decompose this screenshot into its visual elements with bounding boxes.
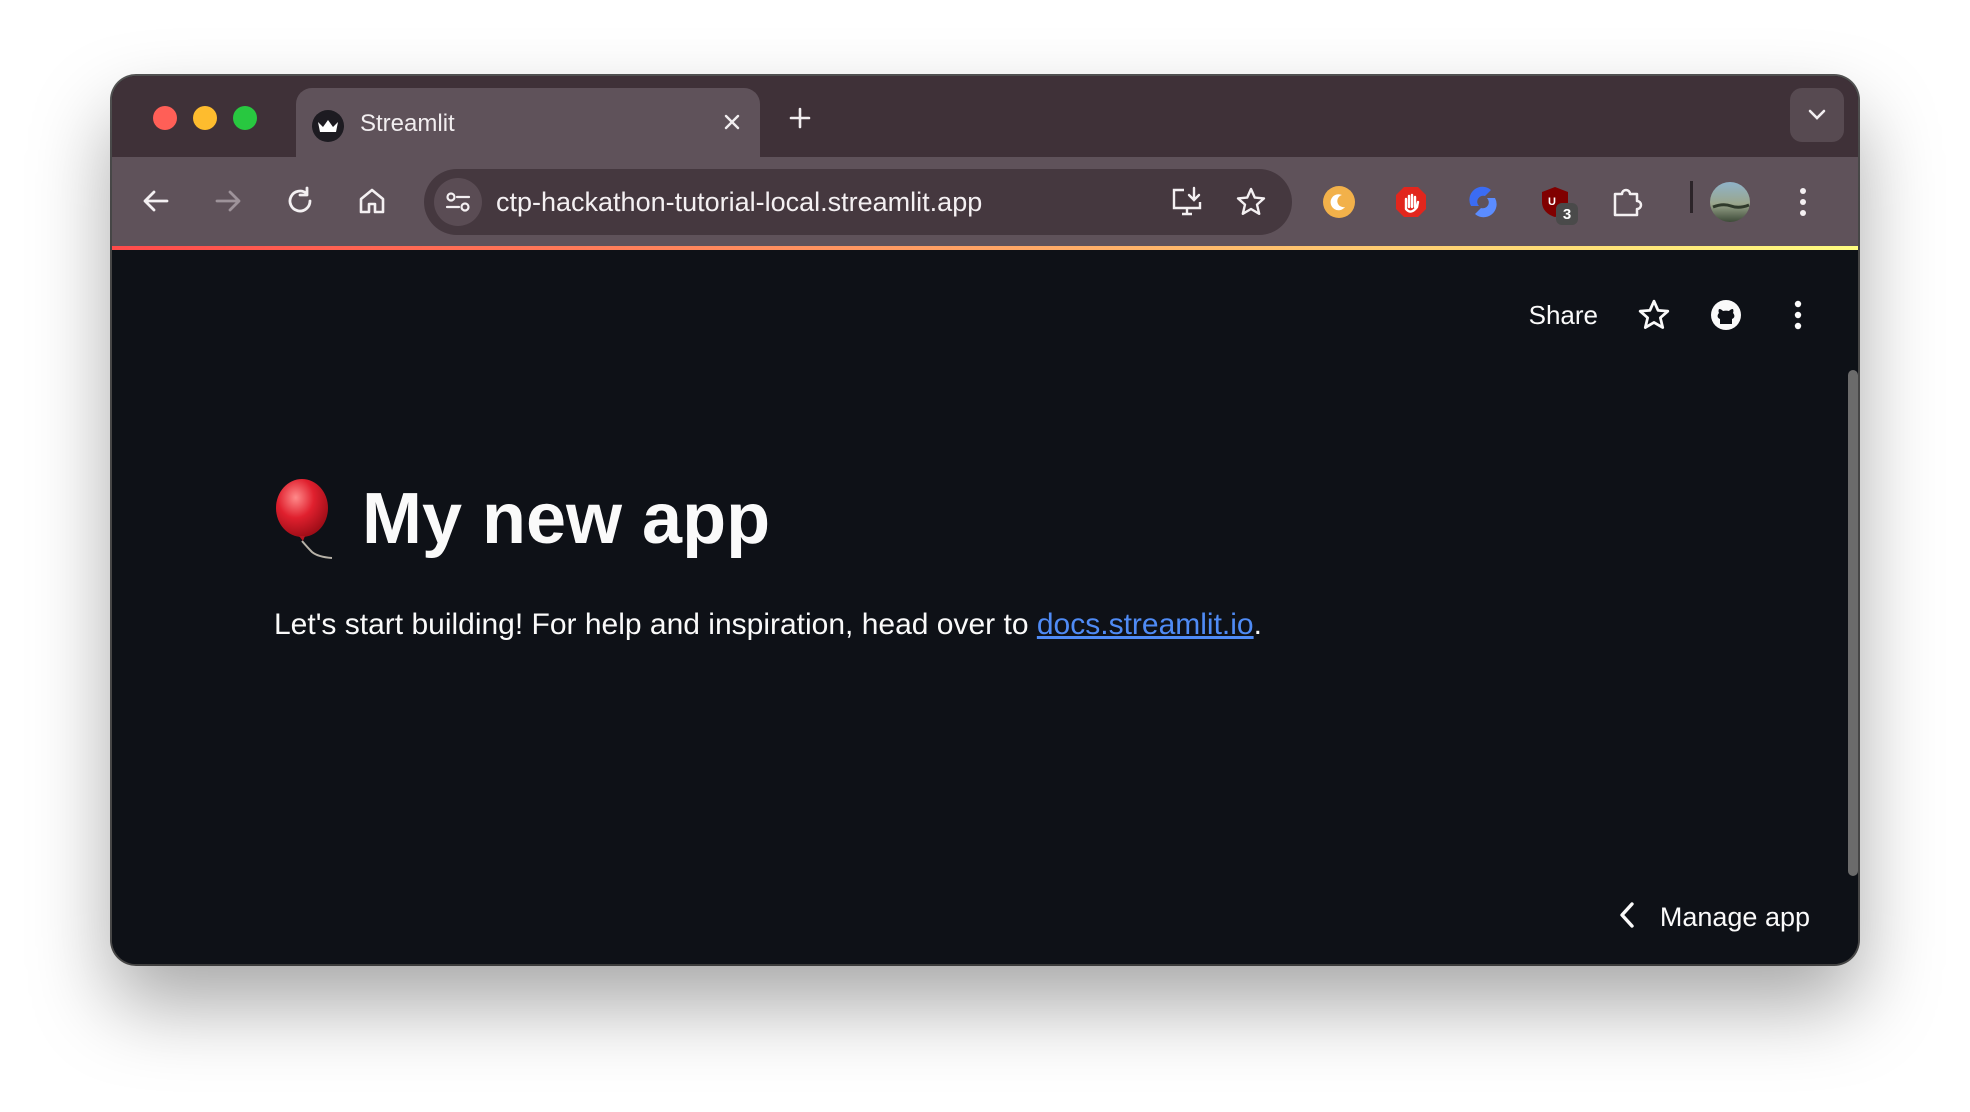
sync-extension-icon[interactable]: [1464, 183, 1502, 221]
svg-text:U: U: [1548, 196, 1556, 208]
balloon-icon: [272, 478, 338, 560]
app-content: Share My new app Let's start building! F…: [112, 250, 1858, 964]
page-title-row: My new app: [272, 478, 770, 560]
app-header-actions: Share: [1529, 290, 1818, 340]
close-icon[interactable]: [716, 106, 748, 138]
install-app-icon[interactable]: [1168, 183, 1206, 221]
intro-suffix: .: [1253, 608, 1262, 641]
forward-arrow-icon[interactable]: [208, 181, 248, 221]
intro-text: Let's start building! For help and inspi…: [274, 608, 1037, 641]
browser-toolbar: ctp-hackathon-tutorial-local.streamlit.a…: [112, 157, 1858, 246]
tab-bar: Streamlit: [112, 76, 1858, 157]
share-button[interactable]: Share: [1529, 300, 1598, 331]
minimize-window-button[interactable]: [193, 106, 217, 130]
back-arrow-icon[interactable]: [136, 181, 176, 221]
dark-mode-extension-icon[interactable]: [1320, 183, 1358, 221]
streamlit-crown-icon: [312, 110, 344, 142]
plus-icon[interactable]: [782, 100, 818, 136]
star-icon[interactable]: [1634, 295, 1674, 335]
maximize-window-button[interactable]: [233, 106, 257, 130]
manage-app-label: Manage app: [1659, 901, 1810, 932]
extension-badge: 3: [1556, 203, 1578, 225]
tab-streamlit[interactable]: Streamlit: [296, 88, 760, 157]
extensions-puzzle-icon[interactable]: [1608, 183, 1646, 221]
github-icon[interactable]: [1706, 295, 1746, 335]
url-text: ctp-hackathon-tutorial-local.streamlit.a…: [496, 187, 983, 217]
tab-title: Streamlit: [360, 110, 455, 137]
close-window-button[interactable]: [153, 106, 177, 130]
site-settings-icon[interactable]: [434, 178, 482, 226]
scrollbar[interactable]: [1848, 370, 1858, 876]
manage-app-button[interactable]: Manage app: [1618, 892, 1810, 942]
bookmark-star-icon[interactable]: [1232, 183, 1270, 221]
kebab-menu-icon[interactable]: [1784, 183, 1822, 221]
address-bar[interactable]: ctp-hackathon-tutorial-local.streamlit.a…: [424, 169, 1292, 235]
home-icon[interactable]: [352, 181, 392, 221]
docs-link[interactable]: docs.streamlit.io: [1037, 608, 1254, 641]
reload-icon[interactable]: [280, 181, 320, 221]
kebab-menu-icon[interactable]: [1778, 295, 1818, 335]
toolbar-divider: [1690, 181, 1693, 213]
browser-window: Streamlit ctp-hackathon-tutorial-local.s…: [112, 76, 1858, 964]
adblock-extension-icon[interactable]: [1392, 183, 1430, 221]
intro-paragraph: Let's start building! For help and inspi…: [274, 608, 1262, 642]
chevron-left-icon: [1618, 901, 1636, 934]
chevron-down-icon[interactable]: [1790, 88, 1844, 142]
ublock-extension-icon[interactable]: U 3: [1536, 183, 1578, 225]
page-title: My new app: [362, 479, 771, 559]
profile-avatar-icon[interactable]: [1708, 180, 1752, 224]
